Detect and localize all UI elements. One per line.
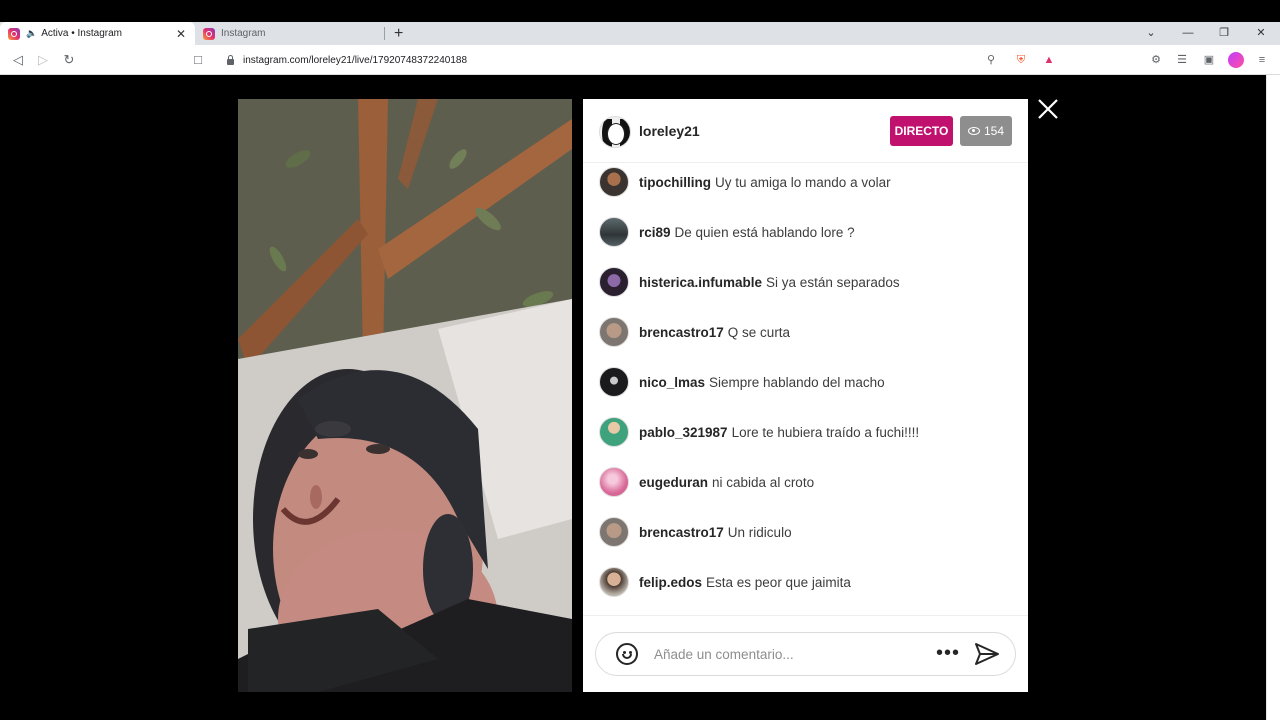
comment-text: De quien está hablando lore ? (674, 224, 855, 240)
comment-text: Si ya están separados (766, 274, 900, 290)
close-tab-icon[interactable]: ✕ (175, 27, 187, 41)
commenter-avatar[interactable] (599, 367, 629, 397)
comment-row: rci89 De quien está hablando lore ? (599, 216, 1019, 248)
tab-title: Activa • Instagram (41, 28, 122, 39)
commenter-avatar[interactable] (599, 217, 629, 247)
host-username[interactable]: loreley21 (639, 123, 700, 139)
instagram-favicon-icon (203, 27, 215, 40)
tab-strip: 🔈 Activa • Instagram ✕ Instagram (0, 22, 1280, 45)
reload-button[interactable]: ↻ (60, 51, 78, 69)
emoji-icon[interactable] (616, 643, 638, 665)
comment-row: brencastro17 Un ridiculo (599, 516, 1019, 548)
commenter-avatar[interactable] (599, 417, 629, 447)
close-window-button[interactable]: ✕ (1246, 22, 1276, 45)
live-header: loreley21 DIRECTO 154 (583, 99, 1028, 163)
commenter-avatar[interactable] (599, 467, 629, 497)
comment-row: felip.edos Esta es peor que jaimita (599, 566, 1019, 598)
comment-row: eugeduran ni cabida al croto (599, 466, 1019, 498)
comment-composer: ••• (595, 632, 1016, 676)
comment-username[interactable]: pablo_321987 (639, 425, 728, 440)
brave-shield-icon[interactable]: ⛨ (1014, 53, 1028, 67)
commenter-avatar[interactable] (599, 167, 629, 197)
comment-row: brencastro17 Q se curta (599, 316, 1019, 348)
live-stage: loreley21 DIRECTO 154 tipochilling Uy tu … (0, 75, 1266, 720)
screen-top-bar (0, 0, 1280, 22)
viewer-count: 154 (983, 124, 1005, 138)
comment-text: Un ridiculo (727, 524, 792, 540)
comment-username[interactable]: histerica.infumable (639, 275, 762, 290)
host-avatar[interactable] (599, 116, 631, 148)
comments-list[interactable]: tipochilling Uy tu amiga lo mando a volar… (583, 164, 1028, 616)
more-options-icon[interactable]: ••• (936, 641, 960, 665)
profile-avatar[interactable] (1228, 52, 1244, 68)
composer-divider (583, 615, 1028, 616)
comment-row: tipochilling Uy tu amiga lo mando a volar (599, 166, 1019, 198)
send-icon[interactable] (974, 642, 1000, 666)
comment-username[interactable]: brencastro17 (639, 325, 724, 340)
live-badge: DIRECTO (890, 116, 953, 146)
bookmark-icon[interactable]: □ (189, 51, 207, 69)
lock-icon[interactable] (227, 54, 234, 65)
brave-rewards-icon[interactable]: ▲ (1042, 53, 1056, 67)
audio-playing-icon[interactable]: 🔈 (26, 28, 37, 39)
page-scrollbar[interactable] (1266, 75, 1280, 720)
close-live-icon[interactable] (1037, 98, 1059, 120)
comment-username[interactable]: rci89 (639, 225, 671, 240)
eye-icon (967, 127, 980, 135)
live-video[interactable] (238, 99, 572, 692)
comment-username[interactable]: brencastro17 (639, 525, 724, 540)
commenter-avatar[interactable] (599, 517, 629, 547)
wallet-icon[interactable]: ▣ (1201, 52, 1217, 68)
commenter-avatar[interactable] (599, 267, 629, 297)
comment-username[interactable]: nico_lmas (639, 375, 705, 390)
extensions-icon[interactable]: ⚙ (1148, 52, 1164, 68)
comment-text: Siempre hablando del macho (709, 374, 885, 390)
forward-button[interactable]: ▷ (34, 51, 52, 69)
tab-search-chevron-icon[interactable]: ⌄ (1136, 22, 1166, 45)
comment-text: Esta es peor que jaimita (706, 574, 851, 590)
comment-text: Uy tu amiga lo mando a volar (715, 174, 891, 190)
viewer-count-badge: 154 (960, 116, 1012, 146)
tab-active-instagram-live[interactable]: 🔈 Activa • Instagram ✕ (0, 22, 195, 45)
comment-username[interactable]: eugeduran (639, 475, 708, 490)
address-bar[interactable]: instagram.com/loreley21/live/17920748372… (215, 49, 1065, 71)
restore-window-button[interactable]: ❐ (1209, 22, 1239, 45)
commenter-avatar[interactable] (599, 317, 629, 347)
tab-instagram[interactable]: Instagram (195, 22, 385, 45)
menu-icon[interactable]: ≡ (1254, 52, 1270, 68)
tab-title: Instagram (221, 28, 266, 39)
zoom-icon[interactable]: ⚲ (984, 53, 998, 67)
comment-text: ni cabida al croto (712, 474, 815, 490)
video-frame-scene (238, 99, 572, 692)
instagram-favicon-icon (8, 27, 20, 40)
live-side-panel: loreley21 DIRECTO 154 tipochilling Uy tu … (583, 99, 1028, 692)
media-controls-icon[interactable]: ☰ (1174, 52, 1190, 68)
new-tab-button[interactable]: + (394, 22, 403, 45)
comment-row: histerica.infumable Si ya están separados (599, 266, 1019, 298)
comment-text: Lore te hubiera traído a fuchi!!!! (731, 424, 920, 440)
browser-toolbar: ◁ ▷ ↻ □ instagram.com/loreley21/live/179… (0, 45, 1280, 75)
back-button[interactable]: ◁ (9, 51, 27, 69)
commenter-avatar[interactable] (599, 567, 629, 597)
comment-row: nico_lmas Siempre hablando del macho (599, 366, 1019, 398)
comment-username[interactable]: felip.edos (639, 575, 702, 590)
minimize-window-button[interactable]: — (1173, 22, 1203, 45)
comment-input[interactable] (654, 644, 924, 664)
url-text: instagram.com/loreley21/live/17920748372… (243, 54, 468, 66)
comment-text: Q se curta (727, 324, 791, 340)
comment-username[interactable]: tipochilling (639, 175, 711, 190)
comment-row: pablo_321987 Lore te hubiera traído a fuc… (599, 416, 1019, 448)
